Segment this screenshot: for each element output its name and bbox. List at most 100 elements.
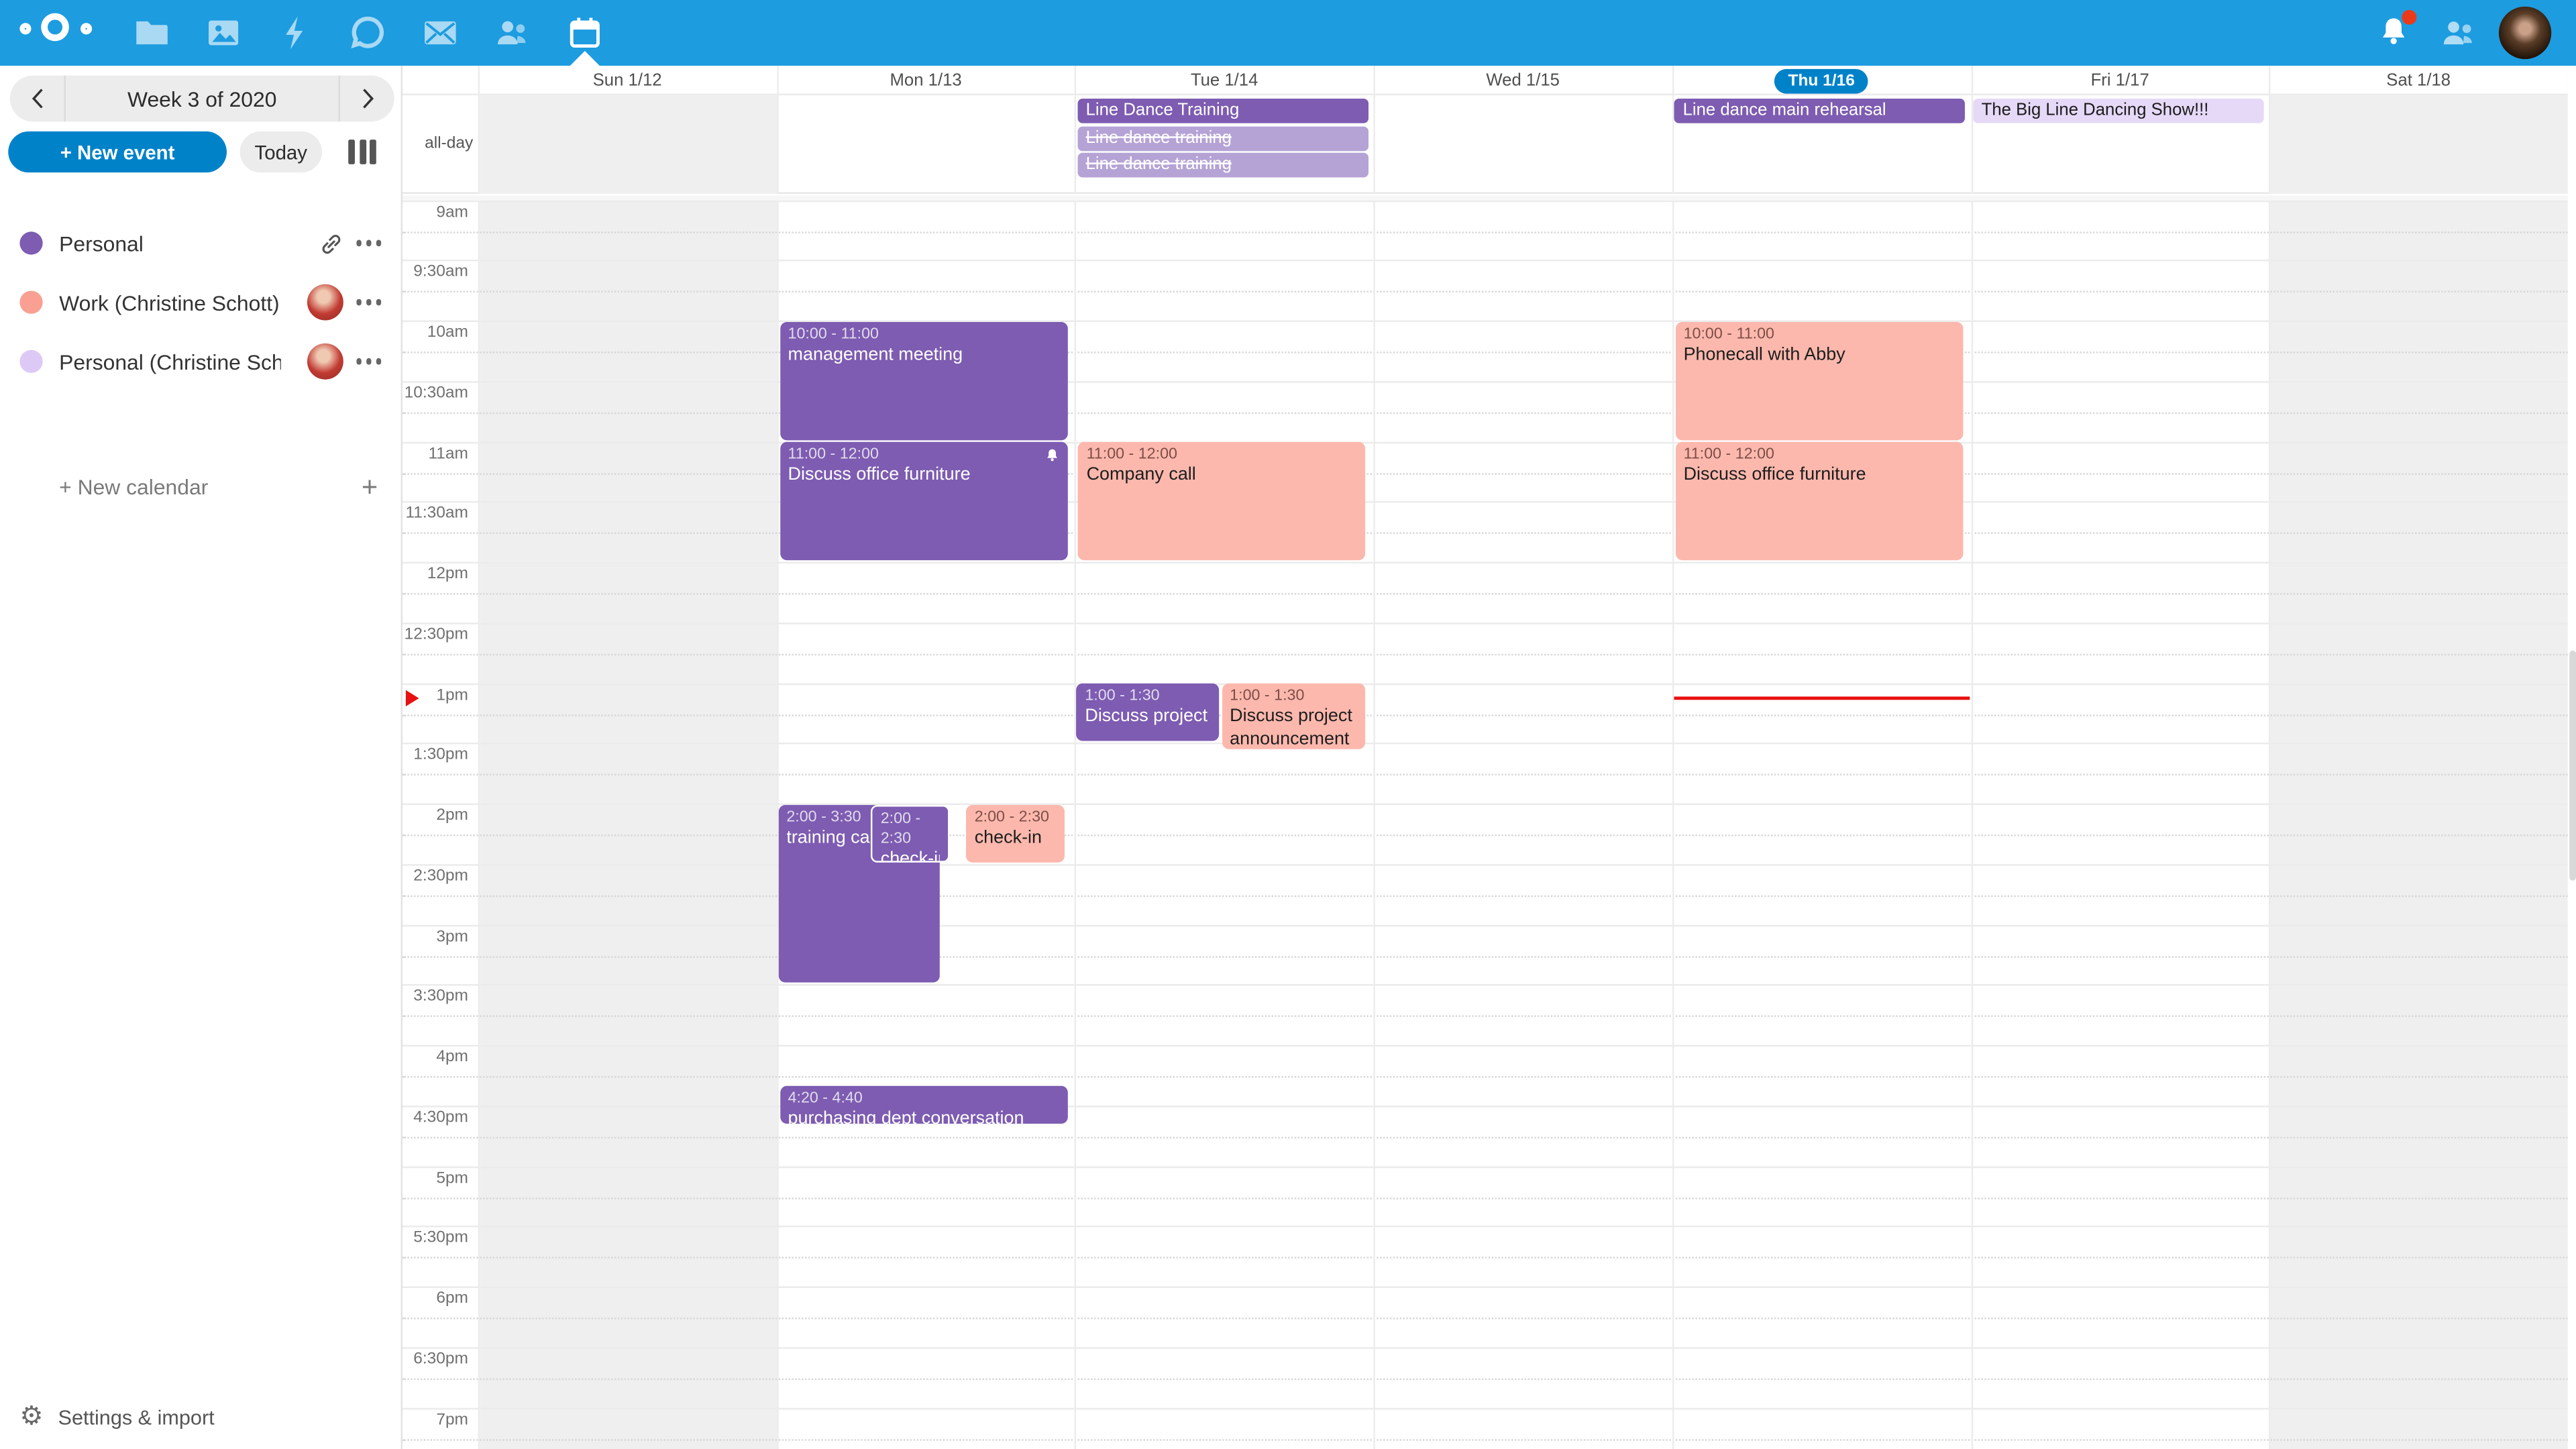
event-title: Discuss office furniture [788, 466, 1059, 488]
sidebar: Week 3 of 2020 + New event Today Persona… [0, 66, 401, 1449]
event-title: Discuss office furniture [1684, 466, 1955, 488]
shared-by-avatar [307, 284, 343, 321]
column-border [1075, 95, 1077, 194]
event[interactable]: 1:00 - 1:30Discuss project announcement [1077, 684, 1218, 741]
column-bar [359, 140, 366, 164]
calendar-color-dot [19, 350, 42, 373]
event-time: 2:00 - 2:30 [975, 808, 1057, 828]
time-label: 4:30pm [402, 1108, 468, 1126]
contacts-menu-button[interactable] [2440, 13, 2479, 53]
app-files-button[interactable] [131, 13, 171, 53]
calendar-list-item-personal[interactable]: Personal [0, 219, 401, 268]
event-time: 4:20 - 4:40 [788, 1089, 1059, 1110]
current-time-arrow [406, 690, 419, 706]
calendar-color-dot [19, 290, 42, 313]
all-day-event[interactable]: The Big Line Dancing Show!!! [1973, 99, 2263, 123]
day-header-fri[interactable]: Fri 1/17 [1971, 66, 2269, 95]
day-column-tue[interactable] [1075, 200, 1374, 1449]
event-title: management meeting [788, 345, 1059, 368]
event[interactable]: 11:00 - 12:00Company call [1078, 442, 1366, 560]
event[interactable]: 2:00 - 2:30check-in [966, 804, 1064, 862]
app-activity-button[interactable] [276, 13, 315, 53]
calendar-list-item-personal-christine[interactable]: Personal (Christine Scho... [0, 337, 401, 386]
all-day-event[interactable]: Line Dance Training [1077, 99, 1368, 123]
calendar-name: Personal [59, 231, 144, 256]
calendar-actions-menu[interactable] [356, 358, 381, 364]
event[interactable]: 4:20 - 4:40purchasing dept conversation [780, 1086, 1067, 1124]
settings-import-button[interactable]: ⚙ Settings & import [0, 1397, 401, 1440]
app-calendar-button[interactable] [565, 13, 604, 53]
event-title: check-in [881, 850, 940, 863]
new-calendar-label: + New calendar [59, 474, 208, 499]
calendar-actions-menu[interactable] [356, 240, 381, 246]
new-calendar-button[interactable]: + New calendar + [0, 465, 401, 508]
column-border [478, 95, 480, 194]
app-contacts-button[interactable] [493, 13, 533, 53]
view-switcher-button[interactable] [348, 140, 378, 164]
week-label[interactable]: Week 3 of 2020 [66, 87, 339, 111]
time-label: 2:30pm [402, 867, 468, 885]
logo-circle [19, 23, 31, 34]
all-day-event[interactable]: Line dance main rehearsal [1674, 99, 1965, 123]
event-time: 11:00 - 12:00 [1684, 445, 1955, 466]
day-header-mon[interactable]: Mon 1/13 [777, 66, 1075, 95]
notifications-button[interactable] [2374, 13, 2414, 53]
event[interactable]: 10:00 - 11:00management meeting [780, 321, 1067, 439]
event-time: 2:00 - 2:30 [881, 809, 940, 849]
day-column-sat[interactable] [2269, 200, 2568, 1449]
column-border [1971, 95, 1972, 194]
photos-icon [204, 13, 244, 53]
column-border [1075, 66, 1077, 95]
all-day-event[interactable]: Line dance training [1077, 153, 1368, 178]
scrollbar-thumb[interactable] [2569, 651, 2576, 881]
app-mail-button[interactable] [421, 13, 460, 53]
share-link-icon[interactable] [318, 231, 343, 256]
event-time: 11:00 - 12:00 [788, 445, 1059, 466]
column-border [478, 66, 480, 95]
time-label: 5pm [402, 1169, 468, 1187]
today-button[interactable]: Today [240, 131, 322, 172]
calendar-list-item-work-christine[interactable]: Work (Christine Schott) [0, 278, 401, 327]
event-time: 10:00 - 11:00 [1684, 325, 1955, 345]
nextcloud-logo[interactable] [19, 11, 105, 54]
scrollbar[interactable] [2568, 66, 2576, 1449]
event-title: Company call [1087, 466, 1358, 488]
weekend-shading [2271, 95, 2568, 194]
time-label: 1:30pm [402, 746, 468, 764]
day-header-tue[interactable]: Tue 1/14 [1075, 66, 1374, 95]
event-title: Discuss project announcement [1230, 707, 1356, 749]
day-header-thu[interactable]: Thu 1/16 [1672, 66, 1971, 95]
user-avatar[interactable] [2499, 7, 2551, 59]
time-grid: 9am9:30am10am10:30am11am11:30am12pm12:30… [402, 200, 2576, 1449]
calendar-actions-menu[interactable] [356, 299, 381, 305]
day-header-sun[interactable]: Sun 1/12 [478, 66, 777, 95]
app-talk-button[interactable] [348, 13, 388, 53]
previous-week-button[interactable] [10, 76, 66, 122]
column-border [2269, 95, 2271, 194]
column-bar [370, 140, 376, 164]
nextcloud-calendar-app: Week 3 of 2020 + New event Today Persona… [0, 0, 2576, 1449]
next-week-button[interactable] [338, 76, 394, 122]
day-column-wed[interactable] [1374, 200, 1672, 1449]
new-event-button[interactable]: + New event [8, 131, 227, 172]
event[interactable]: 11:00 - 12:00Discuss office furniture [780, 442, 1067, 560]
day-column-sun[interactable] [478, 200, 777, 1449]
plus-icon: + [362, 472, 378, 500]
event[interactable]: 2:00 - 2:30check-in [871, 804, 949, 862]
day-column-fri[interactable] [1971, 200, 2269, 1449]
calendar-week-view: Sun 1/12Mon 1/13Tue 1/14Wed 1/15Thu 1/16… [401, 66, 2576, 1449]
time-label: 6pm [402, 1289, 468, 1307]
time-label: 4pm [402, 1048, 468, 1066]
all-day-event[interactable]: Line dance training [1077, 125, 1368, 150]
day-header-sat[interactable]: Sat 1/18 [2269, 66, 2568, 95]
column-border [1672, 95, 1674, 194]
event[interactable]: 1:00 - 1:30Discuss project announcement [1222, 684, 1364, 749]
event[interactable]: 10:00 - 11:00Phonecall with Abby [1675, 321, 1963, 439]
event[interactable]: 11:00 - 12:00Discuss office furniture [1675, 442, 1963, 560]
app-photos-button[interactable] [204, 13, 244, 53]
day-header-row: Sun 1/12Mon 1/13Tue 1/14Wed 1/15Thu 1/16… [402, 66, 2576, 95]
day-header-wed[interactable]: Wed 1/15 [1374, 66, 1672, 95]
column-border [777, 66, 778, 95]
column-border [777, 95, 778, 194]
active-app-indicator [570, 51, 600, 66]
